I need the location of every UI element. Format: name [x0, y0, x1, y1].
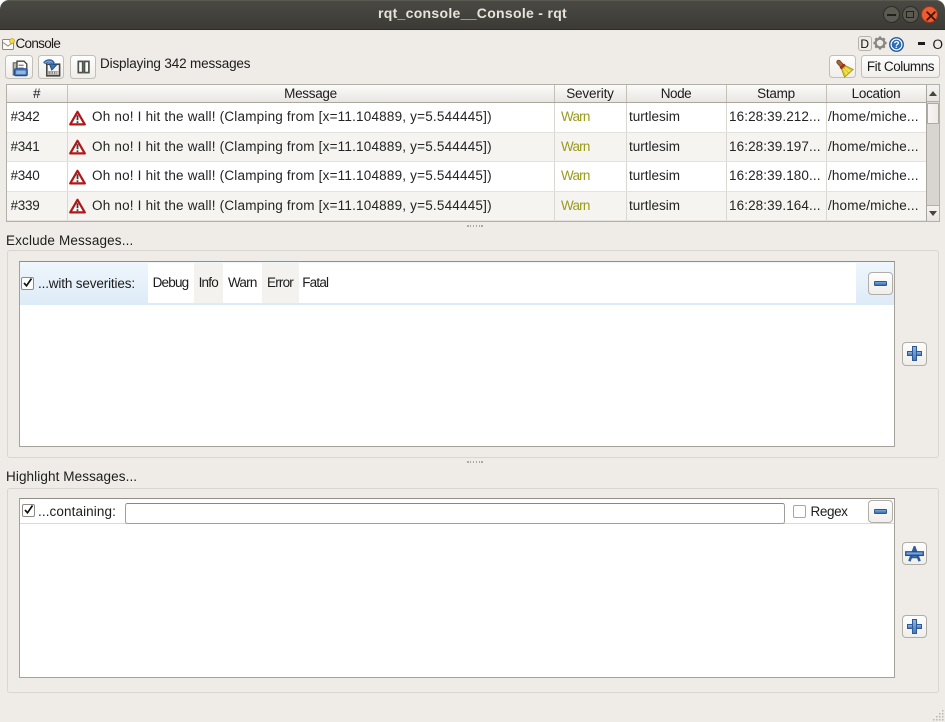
svg-text:?: ? [893, 40, 899, 51]
